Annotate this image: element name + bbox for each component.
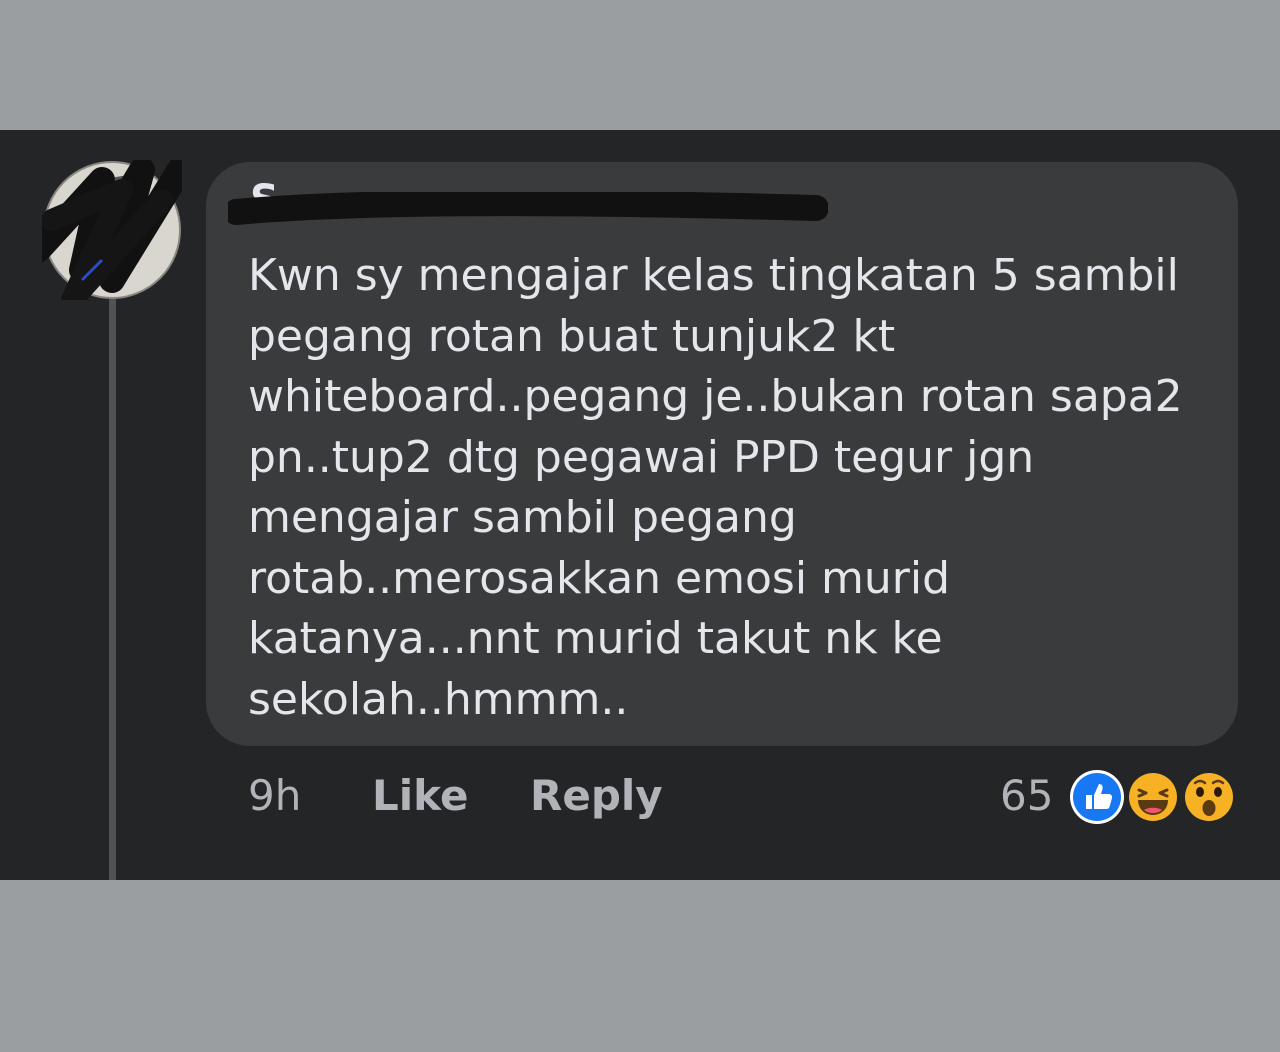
wow-reaction-icon bbox=[1182, 770, 1236, 824]
comment-line: pn..tup2 dtg pegawai PPD tegur jgn bbox=[248, 431, 1035, 483]
thread-line bbox=[109, 280, 116, 880]
comment-text: Kwn sy mengajar kelas tingkatan 5 sambil… bbox=[248, 246, 1208, 730]
comment-line: rotab..merosakkan emosi murid bbox=[248, 552, 951, 604]
comment-panel: S Kwn sy mengajar kelas tingkatan 5 samb… bbox=[0, 130, 1280, 880]
comment-line: mengajar sambil pegang bbox=[248, 492, 797, 543]
comment-line: pegang rotan buat tunjuk2 kt bbox=[248, 310, 896, 362]
avatar[interactable] bbox=[25, 137, 205, 311]
reply-button[interactable]: Reply bbox=[530, 770, 663, 822]
comment-bubble: S Kwn sy mengajar kelas tingkatan 5 samb… bbox=[206, 162, 1238, 746]
comment-timestamp[interactable]: 9h bbox=[248, 770, 301, 822]
like-button[interactable]: Like bbox=[372, 770, 468, 822]
avatar-image bbox=[25, 137, 205, 311]
comment-line: Kwn sy mengajar kelas tingkatan 5 sambil bbox=[248, 250, 1179, 301]
author-redaction-icon bbox=[228, 192, 828, 225]
haha-reaction-icon bbox=[1126, 770, 1180, 824]
like-reaction-icon bbox=[1070, 770, 1124, 824]
comment-line: whiteboard..pegang je..bukan rotan sapa2 bbox=[248, 371, 1183, 422]
reaction-count[interactable]: 65 bbox=[1000, 770, 1053, 822]
comment-line: sekolah..hmmm.. bbox=[248, 673, 629, 725]
comment-line: katanya...nnt murid takut nk ke bbox=[248, 613, 943, 664]
